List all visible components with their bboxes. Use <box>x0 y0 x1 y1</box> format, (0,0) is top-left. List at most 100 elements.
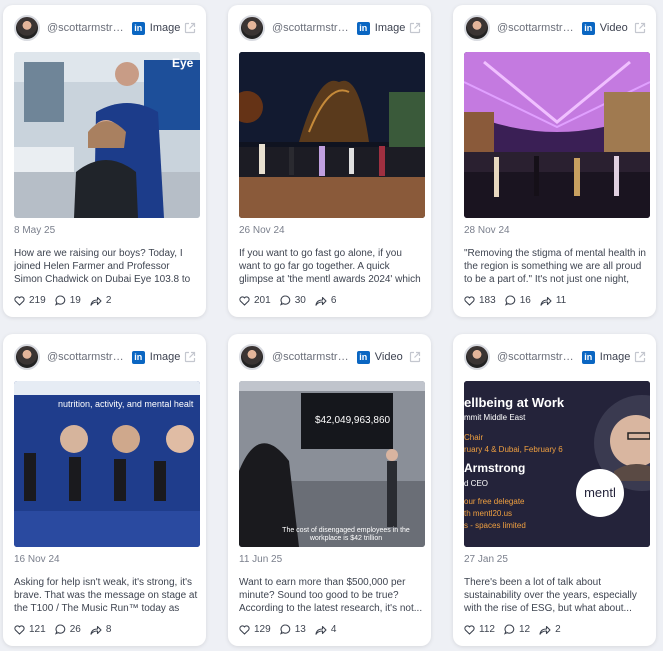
comments-stat[interactable]: 26 <box>54 624 81 635</box>
post-header: @scottarmstrong in Video <box>228 334 431 380</box>
post-card[interactable]: @scottarmstrong in Image 26 Nov 24 If yo… <box>228 5 431 317</box>
external-link-icon[interactable] <box>409 351 421 363</box>
likes-stat[interactable]: 219 <box>14 295 46 306</box>
author-handle[interactable]: @scottarmstrong <box>47 22 127 34</box>
linkedin-icon: in <box>356 350 370 364</box>
post-type-label: Video <box>374 351 403 363</box>
comment-icon <box>279 624 290 635</box>
post-date: 28 Nov 24 <box>464 225 510 236</box>
post-date: 27 Jan 25 <box>464 554 508 565</box>
shares-count: 11 <box>555 295 567 306</box>
linkedin-icon: in <box>356 21 370 35</box>
post-image[interactable]: Eye <box>14 52 200 218</box>
post-header: @scottarmstrong in Image <box>228 5 431 51</box>
post-text: Want to earn more than $500,000 per minu… <box>239 577 423 614</box>
author-handle[interactable]: @scottarmstrong <box>272 351 352 363</box>
likes-count: 183 <box>479 295 496 306</box>
mentl-logo: mentl <box>576 469 624 517</box>
author-handle[interactable]: @scottarmstrong <box>47 351 127 363</box>
post-image[interactable]: ellbeing at Work mmit Middle East Chair … <box>464 381 650 547</box>
external-link-icon[interactable] <box>184 22 196 34</box>
comments-count: 13 <box>294 624 306 635</box>
author-handle[interactable]: @scottarmstrong <box>497 22 577 34</box>
heart-icon <box>14 624 25 635</box>
shares-count: 4 <box>330 624 337 635</box>
post-stats: 201 30 6 <box>239 295 345 306</box>
heart-icon <box>14 295 25 306</box>
post-image[interactable]: nutrition, activity, and mental healt <box>14 381 200 547</box>
post-date: 11 Jun 25 <box>239 554 283 565</box>
post-text: How are we raising our boys? Today, I jo… <box>14 248 191 285</box>
share-icon <box>540 296 552 306</box>
external-link-icon[interactable] <box>409 22 421 34</box>
post-card[interactable]: @scottarmstrong in Image Eye 8 May 25 Ho… <box>3 5 206 317</box>
post-card[interactable]: @scottarmstrong in Video $42,049,963,860… <box>228 334 431 646</box>
author-handle[interactable]: @scottarmstrong <box>497 351 577 363</box>
share-icon <box>315 625 327 635</box>
post-image[interactable] <box>239 52 425 218</box>
likes-stat[interactable]: 201 <box>239 295 271 306</box>
post-image[interactable] <box>464 52 650 218</box>
post-stats: 183 16 11 <box>464 295 575 306</box>
linkedin-icon: in <box>131 350 145 364</box>
image-sign-text: Eye <box>172 56 194 70</box>
post-card[interactable]: @scottarmstrong in Image ellbeing at Wor… <box>453 334 656 646</box>
post-image[interactable]: $42,049,963,860 The cost of disengaged e… <box>239 381 425 547</box>
post-card[interactable]: @scottarmstrong in Image nutrition, acti… <box>3 334 206 646</box>
avatar[interactable] <box>464 15 490 41</box>
post-type-label: Video <box>599 22 628 34</box>
comments-stat[interactable]: 19 <box>54 295 81 306</box>
likes-count: 112 <box>479 624 495 635</box>
post-text: There's been a lot of talk about sustain… <box>464 577 637 614</box>
image-line-4: ruary 4 & Dubai, February 6 <box>464 445 563 454</box>
likes-stat[interactable]: 183 <box>464 295 496 306</box>
comments-stat[interactable]: 12 <box>503 624 530 635</box>
comment-icon <box>504 295 515 306</box>
shares-stat[interactable]: 11 <box>540 295 566 306</box>
shares-stat[interactable]: 2 <box>539 624 561 635</box>
share-icon <box>315 296 327 306</box>
likes-stat[interactable]: 129 <box>239 624 271 635</box>
external-link-icon[interactable] <box>184 351 196 363</box>
shares-stat[interactable]: 4 <box>315 624 337 635</box>
comments-stat[interactable]: 16 <box>504 295 531 306</box>
image-banner-text: nutrition, activity, and mental healt <box>58 399 194 409</box>
image-screen-number: $42,049,963,860 <box>315 415 391 426</box>
image-line-6: d CEO <box>464 479 489 488</box>
linkedin-icon: in <box>581 350 595 364</box>
shares-stat[interactable]: 6 <box>315 295 337 306</box>
likes-stat[interactable]: 112 <box>464 624 495 635</box>
post-text: If you want to go fast go alone, if you … <box>239 248 421 285</box>
image-line-3: Chair <box>464 433 484 442</box>
image-line-1: ellbeing at Work <box>464 395 565 410</box>
likes-count: 129 <box>254 624 271 635</box>
post-header: @scottarmstrong in Image <box>3 5 206 51</box>
shares-count: 6 <box>330 295 337 306</box>
likes-stat[interactable]: 121 <box>14 624 46 635</box>
shares-count: 8 <box>105 624 112 635</box>
comments-count: 19 <box>69 295 81 306</box>
post-type-label: Image <box>374 22 406 34</box>
comments-count: 26 <box>69 624 81 635</box>
avatar[interactable] <box>239 344 265 370</box>
avatar[interactable] <box>14 344 40 370</box>
likes-count: 219 <box>29 295 46 306</box>
heart-icon <box>464 624 475 635</box>
heart-icon <box>239 624 250 635</box>
post-header: @scottarmstrong in Image <box>453 334 656 380</box>
shares-stat[interactable]: 8 <box>90 624 112 635</box>
avatar[interactable] <box>14 15 40 41</box>
avatar[interactable] <box>464 344 490 370</box>
author-handle[interactable]: @scottarmstrong <box>272 22 352 34</box>
image-line-8: th mentl20.us <box>464 509 513 518</box>
post-card[interactable]: @scottarmstrong in Video 28 Nov 24 "Remo… <box>453 5 656 317</box>
image-caption: The cost of disengaged employees in the … <box>282 527 410 542</box>
external-link-icon[interactable] <box>634 22 646 34</box>
avatar[interactable] <box>239 15 265 41</box>
image-line-7: our free delegate <box>464 497 525 506</box>
shares-count: 2 <box>555 624 561 635</box>
shares-stat[interactable]: 2 <box>90 295 111 306</box>
comments-stat[interactable]: 13 <box>279 624 306 635</box>
external-link-icon[interactable] <box>634 351 646 363</box>
comments-stat[interactable]: 30 <box>279 295 306 306</box>
